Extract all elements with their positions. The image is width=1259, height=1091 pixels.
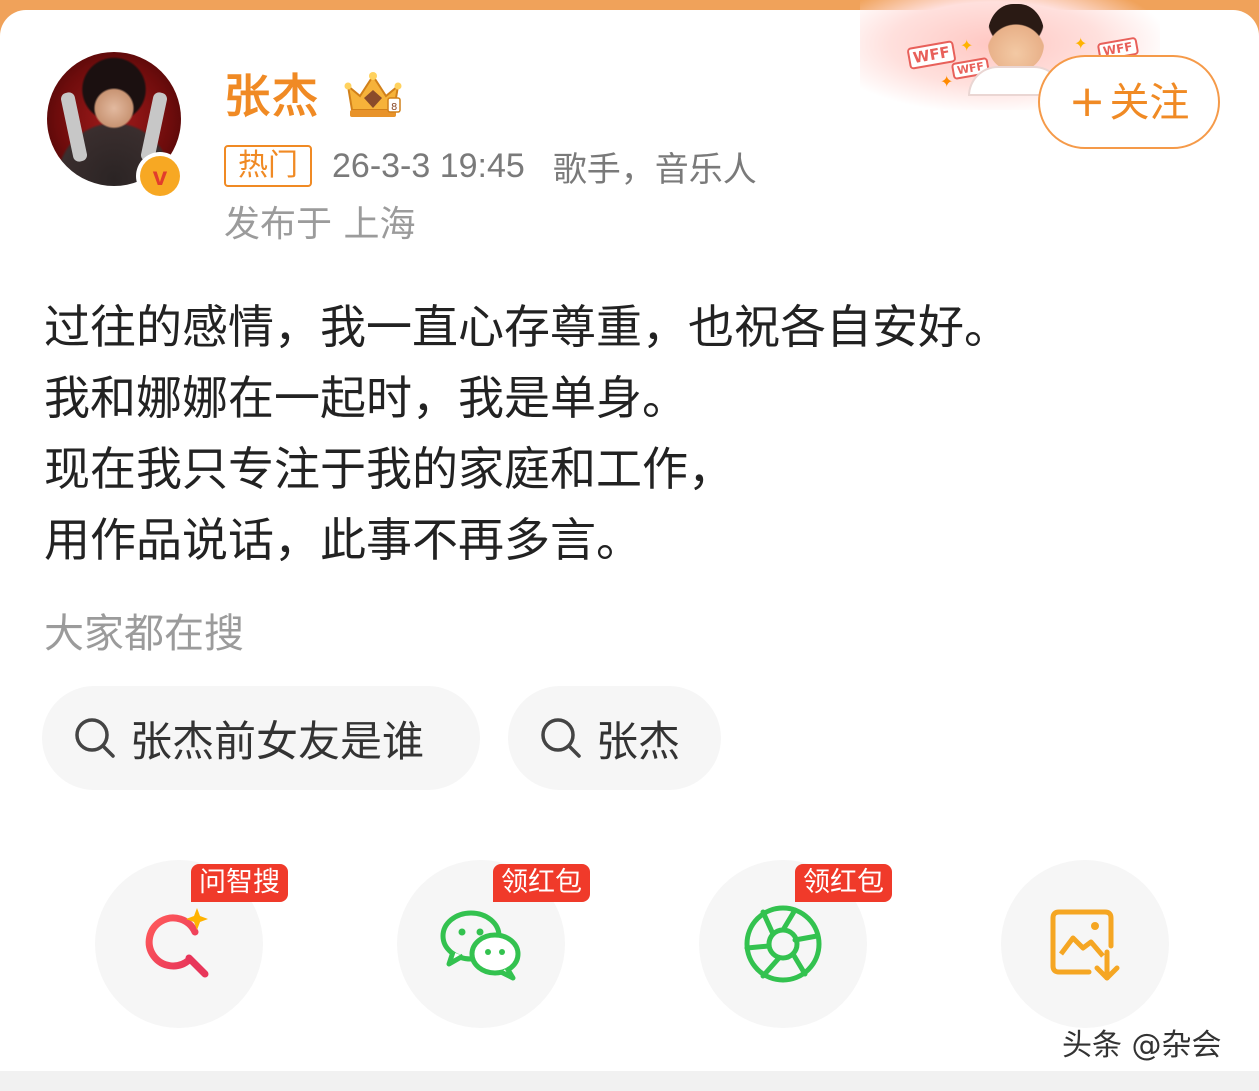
search-chip-label: 张杰 (596, 716, 681, 766)
search-chip[interactable]: 张杰 (508, 686, 721, 790)
content-line: 我和娜娜在一起时，我是单身。 (44, 371, 688, 425)
save-image-icon (1050, 909, 1120, 981)
search-chip-label: 张杰前女友是谁 (130, 716, 425, 766)
search-chip[interactable]: 张杰前女友是谁 (42, 686, 480, 790)
author-role: 歌手，音乐人 (552, 149, 757, 190)
watermark: 头条 @杂会 (1062, 1028, 1222, 1063)
verified-badge-icon: v (136, 152, 184, 200)
hot-badge: 热门 (224, 145, 312, 187)
plus-icon: + (1068, 76, 1106, 127)
save-image-button[interactable] (1001, 860, 1169, 1028)
decor-tag: WFF (906, 40, 957, 70)
star-icon: ✦ (1074, 34, 1088, 53)
content-line: 用作品说话，此事不再多言。 (44, 513, 642, 567)
ai-search-badge: 问智搜 (191, 864, 288, 902)
trending-search-title: 大家都在搜 (44, 611, 244, 657)
follow-button[interactable]: + 关注 (1038, 55, 1220, 149)
svg-text:8: 8 (391, 102, 397, 113)
post-meta: 热门 26-3-3 19:45 歌手，音乐人 (224, 142, 757, 190)
post-content: 过往的感情，我一直心存尊重，也祝各自安好。 我和娜娜在一起时，我是单身。 现在我… (44, 292, 1010, 576)
post-time: 26-3-3 19:45 (332, 146, 525, 185)
bottom-divider (0, 1071, 1259, 1091)
content-line: 现在我只专注于我的家庭和工作， (44, 442, 734, 496)
ai-search-icon (145, 908, 209, 978)
post-location: 发布于 上海 (224, 204, 416, 245)
star-icon: ✦ (940, 72, 954, 91)
avatar-detail (59, 91, 89, 163)
decor-portrait (988, 4, 1044, 70)
wechat-icon (440, 910, 521, 981)
red-packet-badge: 领红包 (795, 864, 892, 902)
search-icon (75, 718, 115, 758)
moments-icon (744, 905, 822, 983)
follow-label: 关注 (1109, 80, 1190, 126)
content-line: 过往的感情，我一直心存尊重，也祝各自安好。 (44, 300, 1010, 354)
author-name[interactable]: 张杰 (224, 66, 320, 126)
search-icon (541, 718, 581, 758)
crown-icon: 8 (344, 72, 402, 117)
red-packet-badge: 领红包 (493, 864, 590, 902)
star-icon: ✦ (960, 36, 974, 55)
